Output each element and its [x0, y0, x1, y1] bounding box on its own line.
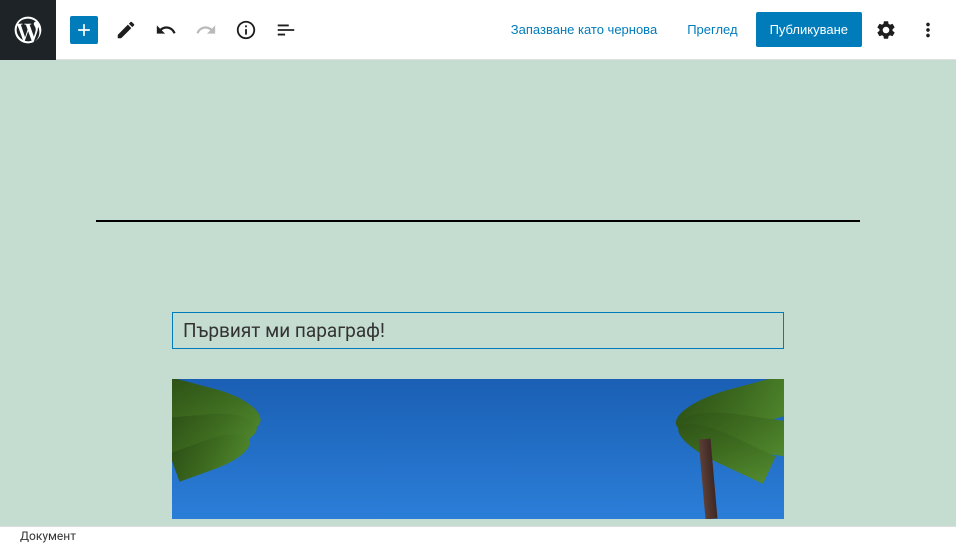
outline-button[interactable] [268, 12, 304, 48]
publish-button[interactable]: Публикуване [756, 12, 862, 47]
image-block[interactable] [172, 379, 784, 519]
undo-button[interactable] [148, 12, 184, 48]
save-draft-button[interactable]: Запазване като чернова [499, 14, 669, 45]
breadcrumb[interactable]: Документ [20, 529, 76, 543]
info-icon [235, 19, 257, 41]
plus-icon [74, 20, 94, 40]
settings-button[interactable] [868, 12, 904, 48]
toolbar-right-group: Запазване като чернова Преглед Публикува… [499, 12, 956, 48]
pencil-icon [115, 19, 137, 41]
kebab-icon [917, 19, 939, 41]
editor-canvas[interactable]: Първият ми параграф! [0, 60, 956, 526]
title-separator [96, 220, 860, 222]
editor-toolbar: Запазване като чернова Преглед Публикува… [0, 0, 956, 60]
wordpress-logo[interactable] [0, 0, 56, 60]
paragraph-block[interactable]: Първият ми параграф! [172, 312, 784, 349]
preview-button[interactable]: Преглед [675, 14, 749, 45]
wordpress-icon [12, 14, 44, 46]
more-options-button[interactable] [910, 12, 946, 48]
palm-tree-right [634, 379, 784, 519]
edit-mode-button[interactable] [108, 12, 144, 48]
image-content [172, 379, 784, 519]
gear-icon [875, 19, 897, 41]
redo-icon [195, 19, 217, 41]
info-button[interactable] [228, 12, 264, 48]
redo-button[interactable] [188, 12, 224, 48]
undo-icon [155, 19, 177, 41]
status-bar: Документ [0, 526, 956, 546]
content-area: Първият ми параграф! [0, 60, 956, 519]
toolbar-left-group [56, 12, 304, 48]
add-block-button[interactable] [70, 16, 98, 44]
list-view-icon [275, 19, 297, 41]
palm-tree-left [172, 379, 292, 519]
